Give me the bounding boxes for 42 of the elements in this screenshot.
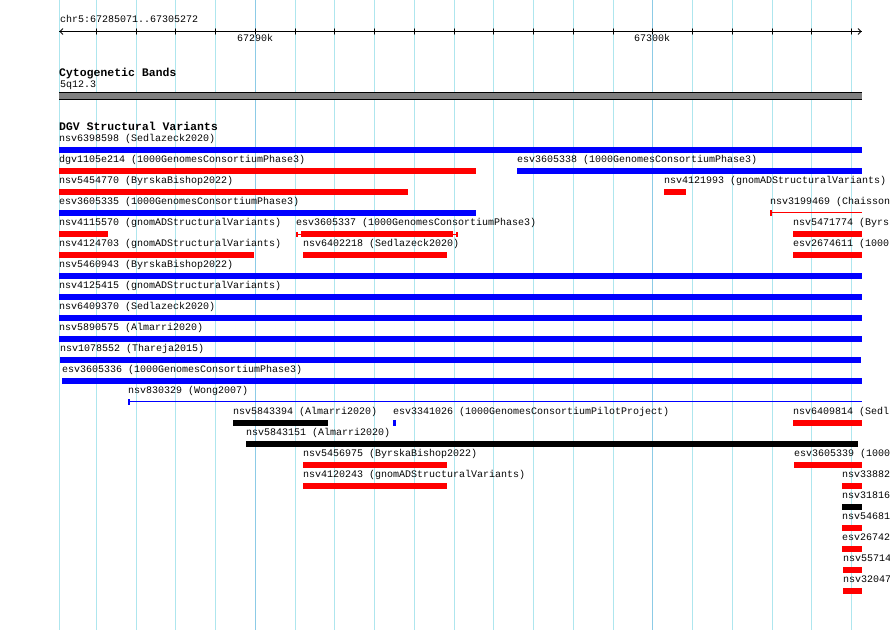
variant-label: nsv1078552 (Thareja2015) (60, 344, 204, 356)
variant-label: esv3341026 (1000GenomesConsortiumPilotProject) (393, 407, 670, 419)
variant-label: esv3605337 (1000GenomesConsortiumPhase3) (296, 218, 536, 230)
band-label: 5q12.3 (60, 80, 96, 92)
variant-label: nsv5460943 (ByrskaBishop2022) (59, 260, 234, 272)
variant-bar[interactable] (296, 231, 458, 237)
range-label: chr5:67285071..67305272 (60, 15, 198, 27)
variant-label: esv2674611 (1000 (793, 239, 890, 251)
variant-label: esv26742 (842, 533, 890, 545)
variant-label: nsv4120243 (gnomADStructuralVariants) (303, 470, 526, 482)
variant-label: nsv4125415 (gnomADStructuralVariants) (59, 281, 282, 293)
variant-label: nsv4115570 (gnomADStructuralVariants) (59, 218, 282, 230)
variant-label: nsv54681 (842, 512, 890, 524)
variant-label: esv3605339 (1000 (794, 449, 890, 461)
variant-label: nsv6402218 (Sedlazeck2020) (303, 239, 460, 251)
variant-label: nsv31816 (842, 491, 890, 503)
variant-label: nsv32047 (843, 575, 890, 587)
variant-label: nsv5456975 (ByrskaBishop2022) (303, 449, 478, 461)
tick-label: 67300k (634, 34, 670, 46)
variant-label: nsv6409370 (Sedlazeck2020) (59, 302, 216, 314)
variant-label: nsv6409814 (Sedl (793, 407, 890, 419)
variant-label: esv3605335 (1000GenomesConsortiumPhase3) (59, 197, 300, 209)
variant-label: nsv33882 (842, 470, 890, 482)
cytoband-bar[interactable] (59, 92, 862, 100)
variant-label: nsv5843151 (Almarri2020) (246, 428, 390, 440)
variant-label: nsv5890575 (Almarri2020) (59, 323, 204, 335)
variant-label: esv3605336 (1000GenomesConsortiumPhase3) (62, 365, 302, 377)
variant-label: nsv6398598 (Sedlazeck2020) (59, 134, 216, 146)
variant-label: nsv5843394 (Almarri2020) (233, 407, 378, 419)
tick-label: 67290k (237, 34, 274, 46)
variant-label: nsv4121993 (gnomADStructuralVariants) (664, 176, 886, 188)
track-title: Cytogenetic Bands (59, 67, 176, 80)
variant-line[interactable] (770, 210, 862, 216)
variant-label: nsv3199469 (Chaisson (770, 197, 890, 209)
track-title: DGV Structural Variants (59, 121, 218, 134)
variant-label: nsv5454770 (ByrskaBishop2022) (59, 176, 234, 188)
variant-label: nsv830329 (Wong2007) (128, 386, 248, 398)
variant-label: dgv1105e214 (1000GenomesConsortiumPhase3) (59, 155, 306, 167)
variant-label: nsv4124703 (gnomADStructuralVariants) (59, 239, 282, 251)
variant-label: esv3605338 (1000GenomesConsortiumPhase3) (517, 155, 758, 167)
variant-label: nsv5471774 (Byrs (793, 218, 890, 230)
variant-line[interactable] (128, 399, 862, 405)
